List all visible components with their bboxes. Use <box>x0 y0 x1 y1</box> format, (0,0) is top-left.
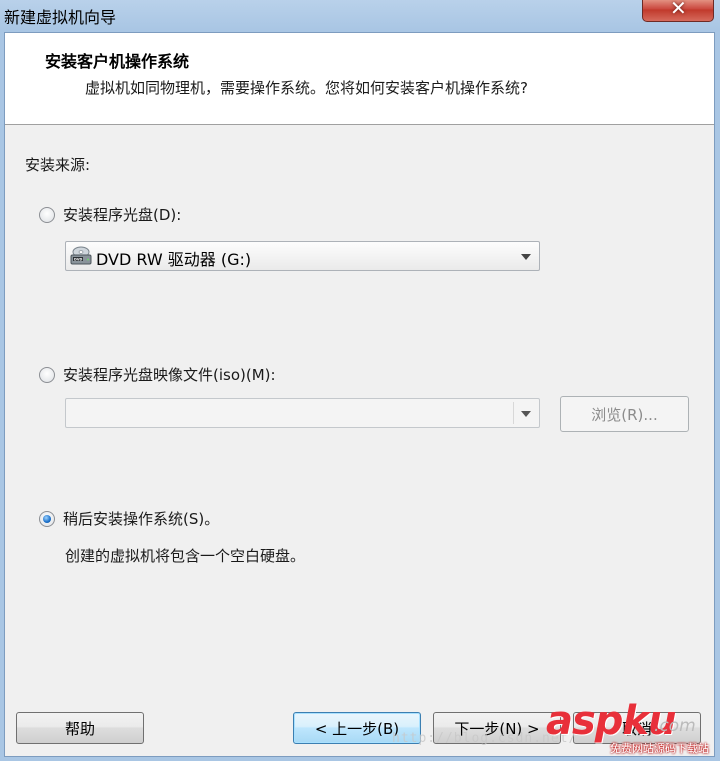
radio-label-disc: 安装程序光盘(D): <box>63 206 182 224</box>
radio-iso-image[interactable]: 安装程序光盘映像文件(iso)(M): <box>39 364 276 385</box>
wizard-header: 安装客户机操作系统 虚拟机如同物理机，需要操作系统。您将如何安装客户机操作系统? <box>5 33 714 125</box>
page-title: 安装客户机操作系统 <box>45 52 190 71</box>
radio-button[interactable] <box>39 206 55 223</box>
chevron-down-icon <box>521 411 531 417</box>
radio-label-iso: 安装程序光盘映像文件(iso)(M): <box>63 366 276 384</box>
disc-drive-select[interactable]: DVD DVD RW 驱动器 (G:) <box>65 241 540 271</box>
browse-button[interactable]: 浏览(R)... <box>560 396 689 432</box>
radio-button-selected[interactable] <box>39 510 55 527</box>
cancel-button[interactable]: 取消 <box>573 712 701 744</box>
close-button[interactable]: ✕ <box>642 0 714 22</box>
chevron-down-icon <box>521 254 531 260</box>
combo-divider <box>513 402 514 424</box>
wizard-body: 安装客户机操作系统 虚拟机如同物理机，需要操作系统。您将如何安装客户机操作系统?… <box>4 32 715 757</box>
page-subtitle: 虚拟机如同物理机，需要操作系统。您将如何安装客户机操作系统? <box>85 79 528 97</box>
wizard-window: 新建虚拟机向导 ✕ 安装客户机操作系统 虚拟机如同物理机，需要操作系统。您将如何… <box>0 0 720 761</box>
install-source-label: 安装来源: <box>25 156 91 174</box>
iso-path-combobox[interactable] <box>65 398 540 428</box>
watermark-url: http://blog.csdn.net/ <box>392 731 578 746</box>
disc-drive-value: DVD RW 驱动器 (G:) <box>96 250 252 269</box>
close-icon: ✕ <box>670 0 687 20</box>
help-button[interactable]: 帮助 <box>16 712 144 744</box>
radio-installer-disc[interactable]: 安装程序光盘(D): <box>39 204 181 225</box>
dvd-drive-icon: DVD <box>70 246 92 265</box>
radio-button[interactable] <box>39 366 55 383</box>
install-later-description: 创建的虚拟机将包含一个空白硬盘。 <box>65 547 306 565</box>
radio-install-later[interactable]: 稍后安装操作系统(S)。 <box>39 508 219 529</box>
radio-label-later: 稍后安装操作系统(S)。 <box>63 510 220 528</box>
window-title: 新建虚拟机向导 <box>4 8 117 27</box>
title-bar[interactable]: 新建虚拟机向导 ✕ <box>0 0 720 32</box>
svg-text:DVD: DVD <box>74 258 82 262</box>
